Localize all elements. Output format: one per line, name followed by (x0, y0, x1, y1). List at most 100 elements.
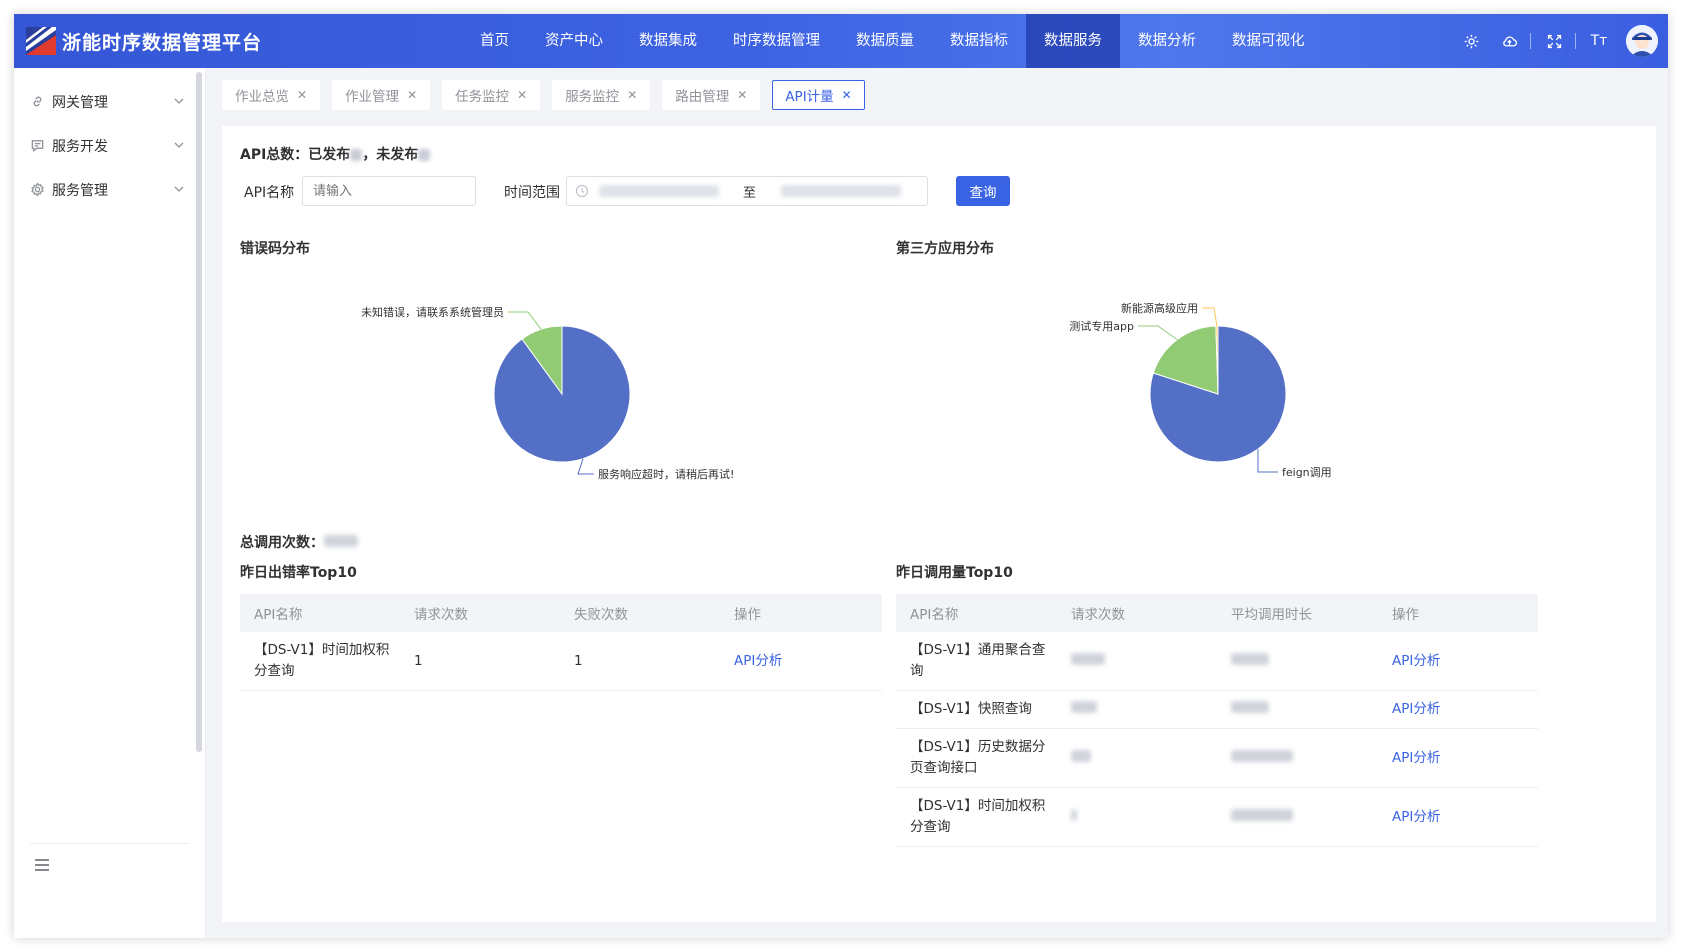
col-header: 平均调用时长 (1217, 594, 1378, 632)
pie-label: feign调用 (1282, 466, 1332, 479)
start-time-redacted[interactable] (599, 185, 719, 197)
close-icon[interactable]: ✕ (737, 88, 747, 102)
sidebar-item-gateway[interactable]: 网关管理 (14, 80, 192, 124)
request-count-redacted (1071, 652, 1105, 665)
top-header: 浙能时序数据管理平台 首页 资产中心 数据集成 时序数据管理 数据质量 数据指标 数据服务数… (14, 14, 1668, 68)
usage-table: API名称 请求次数 平均调用时长 操作 【DS-V1】通用聚合查询 API分析… (896, 594, 1538, 847)
sidebar-item-label: 服务开发 (52, 139, 108, 155)
gear-icon[interactable] (1456, 26, 1486, 56)
total-calls-redacted (324, 535, 358, 547)
nav-item[interactable]: 数据服务 (1026, 14, 1120, 68)
failure-count-cell: 1 (560, 632, 720, 691)
tab-item[interactable]: 作业管理 ✕ (332, 80, 431, 110)
tab-label: 任务监控 (455, 89, 510, 105)
avatar[interactable] (1626, 25, 1658, 57)
pie-label-line (1202, 307, 1218, 327)
tab-item[interactable]: 服务监控 ✕ (552, 80, 651, 110)
logo-icon (26, 27, 56, 55)
tab-label: 作业管理 (345, 89, 400, 105)
avg-duration-redacted (1231, 652, 1269, 665)
error-chart-title: 错误码分布 (240, 241, 310, 257)
nav-item[interactable]: 时序数据管理 (715, 14, 838, 68)
tab-item[interactable]: 作业总览 ✕ (222, 80, 321, 110)
cloud-icon[interactable] (1494, 26, 1524, 56)
published-count-redacted (350, 149, 363, 161)
sidebar-item-service-mgmt[interactable]: 服务管理 (14, 168, 192, 212)
avg-duration-redacted (1231, 749, 1293, 762)
api-name-input[interactable] (302, 176, 476, 206)
pie-label: 未知错误，请联系系统管理员 (361, 305, 504, 319)
gear-icon (30, 182, 46, 198)
nav-item[interactable]: 资产中心 (527, 14, 621, 68)
table-row: 【DS-V1】历史数据分页查询接口 API分析 (896, 728, 1538, 788)
nav-item[interactable]: 数据集成 (621, 14, 715, 68)
link-icon (30, 94, 46, 110)
tab-item[interactable]: 任务监控 ✕ (442, 80, 541, 110)
api-analysis-link[interactable]: API分析 (1392, 809, 1440, 825)
nav-item[interactable]: 首页 (462, 14, 527, 68)
page-tabs: 作业总览 ✕ 作业管理 ✕ 任务监控 ✕ 服务监控 ✕ 路由管理 ✕ API计量 ✕ (222, 80, 877, 110)
close-icon[interactable]: ✕ (407, 88, 417, 102)
close-icon[interactable]: ✕ (842, 88, 852, 102)
api-analysis-link[interactable]: API分析 (1392, 750, 1440, 766)
pie-label-line (508, 311, 542, 330)
col-header: API名称 (896, 594, 1057, 632)
api-analysis-link[interactable]: API分析 (1392, 653, 1440, 669)
time-range-picker[interactable]: 至 (566, 176, 928, 206)
close-icon[interactable]: ✕ (517, 88, 527, 102)
fullscreen-icon[interactable] (1539, 26, 1569, 56)
nav-item[interactable]: 数据质量 (838, 14, 932, 68)
col-header: 失败次数 (560, 594, 720, 632)
sidebar-scrollbar[interactable] (196, 72, 202, 752)
tab-item[interactable]: 路由管理 ✕ (662, 80, 761, 110)
api-analysis-link[interactable]: API分析 (734, 653, 782, 669)
pie-label: 新能源高级应用 (1121, 301, 1198, 315)
main-nav: 首页 资产中心 数据集成 时序数据管理 数据质量 数据指标 数据服务 数据分析 数据可视化 (462, 14, 1323, 68)
api-name-cell: 【DS-V1】时间加权积分查询 (240, 632, 400, 691)
tab-label: 作业总览 (235, 89, 289, 105)
range-separator: 至 (743, 186, 757, 201)
table-row: 【DS-V1】时间加权积分查询 API分析 (896, 787, 1538, 847)
api-name-cell: 【DS-V1】通用聚合查询 (896, 632, 1057, 691)
app-window: 浙能时序数据管理平台 首页 资产中心 数据集成 时序数据管理 数据质量 数据指标 数据服务数… (14, 14, 1668, 938)
col-header: 操作 (720, 594, 882, 632)
font-size-icon[interactable]: Tт (1584, 26, 1614, 56)
api-analysis-link[interactable]: API分析 (1392, 701, 1440, 717)
pie-label: 测试专用app (1069, 319, 1134, 333)
nav-item[interactable]: 数据可视化 (1214, 14, 1323, 68)
query-button[interactable]: 查询 (956, 176, 1010, 206)
col-header: API名称 (240, 594, 400, 632)
sidebar-item-service-dev[interactable]: 服务开发 (14, 124, 192, 168)
close-icon[interactable]: ✕ (297, 88, 307, 102)
table-row: 【DS-V1】快照查询 API分析 (896, 690, 1538, 729)
nav-item[interactable]: 数据分析 (1120, 14, 1214, 68)
error-top-title: 昨日出错率Top10 (240, 565, 357, 581)
sidebar-divider (30, 843, 190, 844)
sidebar-item-label: 服务管理 (52, 183, 108, 199)
third-party-app-pie-chart: feign调用 测试专用app 新能源高级应用 (1069, 301, 1332, 479)
clock-icon (575, 184, 589, 198)
end-time-redacted[interactable] (781, 185, 901, 197)
request-count-redacted (1071, 749, 1091, 762)
request-count-redacted (1071, 701, 1097, 713)
tool-divider (1575, 33, 1576, 49)
summary-unpublished-label: ，未发布 (362, 147, 419, 163)
close-icon[interactable]: ✕ (627, 88, 637, 102)
sidebar-item-label: 网关管理 (52, 95, 108, 111)
api-name-label: API名称 (244, 185, 295, 201)
chevron-down-icon (174, 186, 184, 192)
chevron-down-icon (174, 142, 184, 148)
nav-item[interactable]: 数据指标 (932, 14, 1026, 68)
chevron-down-icon (174, 98, 184, 104)
total-calls: 总调用次数： (240, 532, 358, 552)
api-summary: API总数：已发布 ，未发布 (240, 144, 431, 164)
unpublished-count-redacted (418, 149, 431, 161)
tab-item[interactable]: API计量 ✕ (772, 80, 865, 110)
pie-label-line (1257, 449, 1278, 473)
pie-label: 服务响应超时，请稍后再试! (598, 467, 734, 481)
sidebar: 网关管理 服务开发 服务管理 (14, 68, 206, 938)
tab-label: API计量 (785, 89, 834, 105)
api-name-cell: 【DS-V1】历史数据分页查询接口 (896, 728, 1057, 788)
menu-toggle-icon[interactable] (32, 856, 52, 874)
header-tools: Tт (1448, 14, 1658, 68)
